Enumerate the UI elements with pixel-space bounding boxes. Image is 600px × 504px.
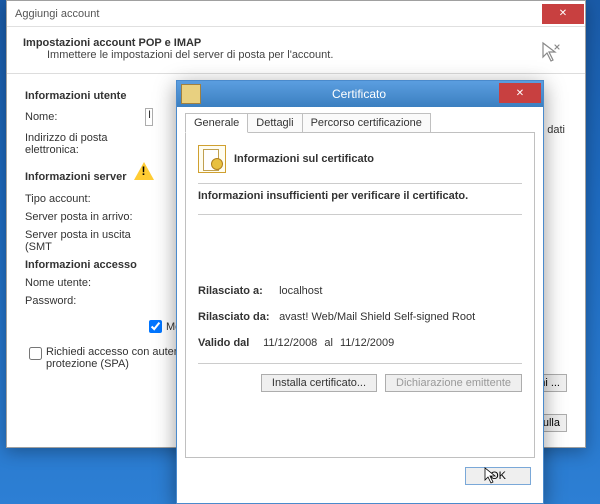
section-server: Informazioni server [25,171,126,183]
valid-to: 11/12/2009 [340,337,394,349]
certificate-app-icon [181,84,201,104]
certificate-icon [198,145,226,173]
issued-by-value: avast! Web/Mail Shield Self-signed Root [279,311,475,323]
issued-to-label: Rilasciato a: [198,285,276,297]
tab-panel-general: Informazioni sul certificato Informazion… [185,132,535,458]
label-account-type: Tipo account: [25,193,145,205]
ok-row: OK [177,459,543,493]
cert-window-title: Certificato [205,87,513,101]
cert-titlebar: Certificato ✕ [177,81,543,107]
header-title: Impostazioni account POP e IMAP [23,37,569,49]
window-title: Aggiungi account [15,8,99,20]
header-subtitle: Immettere le impostazioni del server di … [47,49,569,61]
cert-tabs: Generale Dettagli Percorso certificazion… [177,107,543,133]
install-certificate-button[interactable]: Installa certificato... [261,374,377,392]
issued-to-value: localhost [279,285,322,297]
label-outgoing: Server posta in uscita (SMT [25,229,145,253]
label-incoming: Server posta in arrivo: [25,211,145,223]
cert-close-button[interactable]: ✕ [499,83,541,103]
label-username: Nome utente: [25,277,145,289]
label-name: Nome: [25,111,145,123]
valid-label: Valido dal [198,337,260,349]
certificate-window: Certificato ✕ Generale Dettagli Percorso… [176,80,544,504]
wizard-icon [533,37,565,69]
cert-heading-row: Informazioni sul certificato [198,145,522,173]
tab-general[interactable]: Generale [185,113,248,133]
issued-by-label: Rilasciato da: [198,311,276,323]
name-input[interactable]: I [145,108,153,126]
remember-password-checkbox[interactable] [149,320,162,333]
cert-warning: Informazioni insufficienti per verificar… [198,183,522,215]
spa-checkbox[interactable] [29,347,42,360]
tab-path[interactable]: Percorso certificazione [302,113,431,133]
valid-sep: al [324,337,333,349]
label-email: Indirizzo di posta elettronica: [25,132,145,156]
valid-from: 11/12/2008 [263,337,317,349]
warning-icon [134,162,154,180]
tab-details[interactable]: Dettagli [247,113,302,133]
cert-heading: Informazioni sul certificato [234,153,374,165]
close-button[interactable]: ✕ [542,4,584,24]
label-password: Password: [25,295,145,307]
titlebar: Aggiungi account ✕ [7,1,585,27]
issuer-statement-button: Dichiarazione emittente [385,374,522,392]
ok-button[interactable]: OK [465,467,531,485]
cert-button-row: Installa certificato... Dichiarazione em… [198,363,522,392]
cursor-icon [482,466,498,486]
header: Impostazioni account POP e IMAP Immetter… [7,27,585,74]
cert-details: Rilasciato a: localhost Rilasciato da: a… [198,285,522,349]
